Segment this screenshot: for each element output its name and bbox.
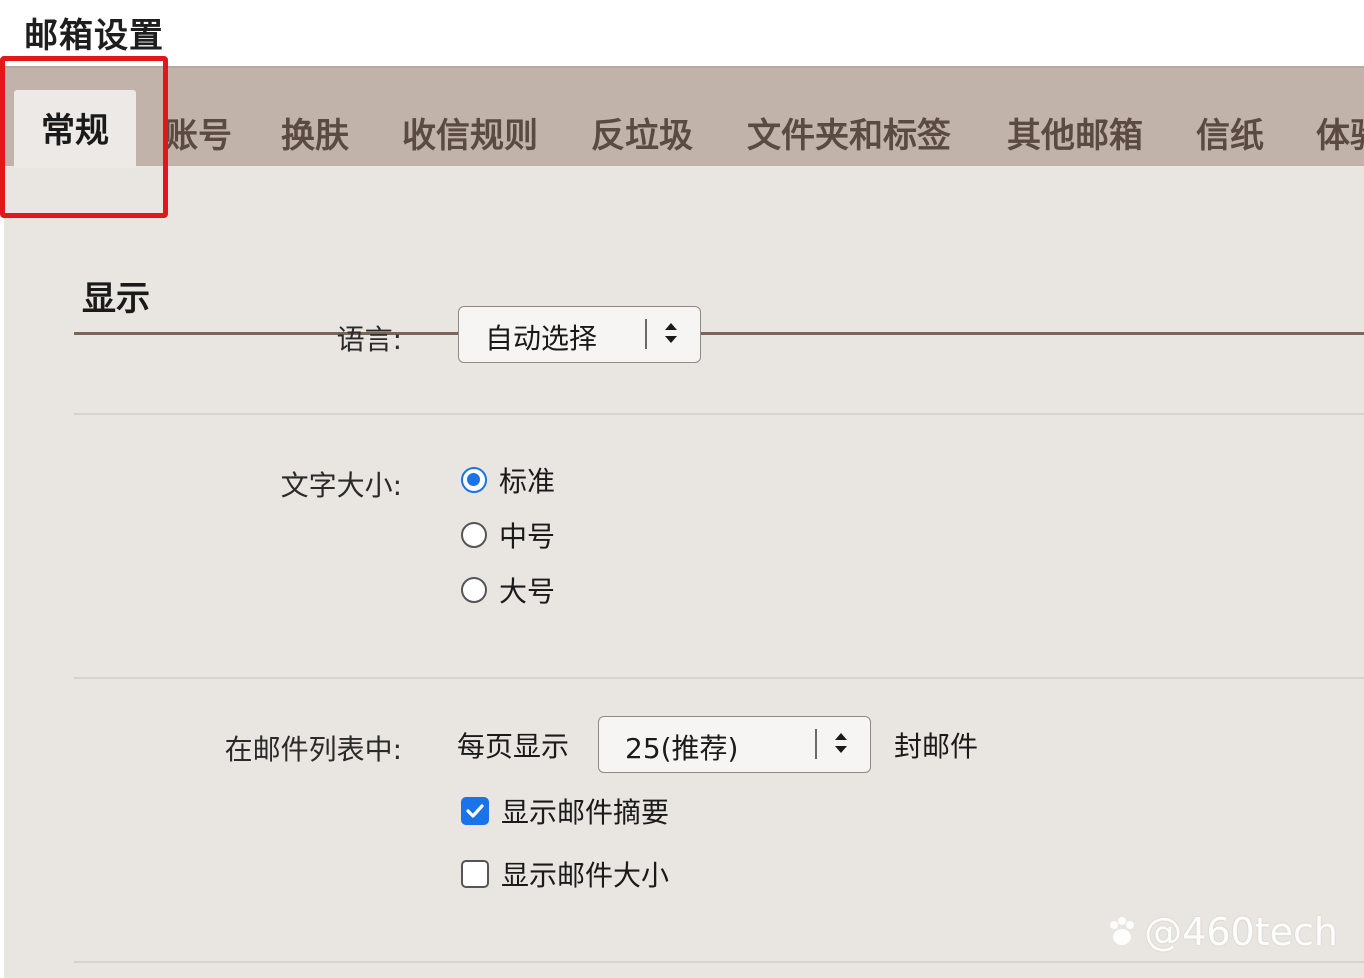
row-divider <box>74 961 1364 963</box>
tab-bar: 常规 账号 换肤 收信规则 反垃圾 文件夹和标签 其他邮箱 信纸 体验 <box>4 66 1364 168</box>
checkbox-unchecked-icon[interactable] <box>461 860 489 888</box>
tab-skin[interactable]: 换肤 <box>281 108 349 157</box>
checkmark-icon <box>466 804 484 818</box>
font-size-option-label: 大号 <box>499 575 556 608</box>
language-label: 语言: <box>336 323 402 356</box>
select-divider <box>645 319 647 349</box>
tab-experience[interactable]: 体验 <box>1316 108 1364 157</box>
tab-receive-rules[interactable]: 收信规则 <box>402 108 538 157</box>
section-heading-rule <box>74 332 1364 335</box>
select-arrows-icon <box>665 323 677 343</box>
radio-checked-icon[interactable] <box>461 467 487 493</box>
row-divider <box>74 413 1364 415</box>
show-size-option[interactable]: 显示邮件大小 <box>461 857 670 892</box>
per-page-prefix: 每页显示 <box>457 730 570 763</box>
per-page-select-value: 25(推荐) <box>625 732 739 765</box>
radio-unchecked-icon[interactable] <box>461 577 487 603</box>
mail-list-label: 在邮件列表中: <box>224 733 402 766</box>
watermark: @460tech <box>1104 910 1338 954</box>
mail-settings-page: 邮箱设置 常规 账号 换肤 收信规则 反垃圾 文件夹和标签 其他邮箱 信纸 体验… <box>0 0 1364 978</box>
language-select[interactable]: 自动选择 <box>458 306 701 363</box>
font-size-option-label: 中号 <box>499 520 556 553</box>
select-divider <box>815 729 817 759</box>
radio-unchecked-icon[interactable] <box>461 522 487 548</box>
tab-other-mailboxes[interactable]: 其他邮箱 <box>1007 108 1143 157</box>
settings-panel: 常规 账号 换肤 收信规则 反垃圾 文件夹和标签 其他邮箱 信纸 体验 显示 语… <box>4 66 1364 978</box>
page-title: 邮箱设置 <box>24 16 164 56</box>
tab-anti-spam[interactable]: 反垃圾 <box>591 108 693 157</box>
row-divider <box>74 677 1364 679</box>
tab-account[interactable]: 账号 <box>164 108 232 157</box>
font-size-option-label: 标准 <box>499 465 556 498</box>
checkbox-checked-icon[interactable] <box>461 797 489 825</box>
watermark-text: @460tech <box>1144 910 1338 954</box>
tab-general[interactable]: 常规 <box>14 90 136 168</box>
show-summary-option[interactable]: 显示邮件摘要 <box>461 794 670 829</box>
per-page-select[interactable]: 25(推荐) <box>598 716 871 773</box>
section-title-display: 显示 <box>82 279 150 316</box>
select-arrows-icon <box>835 733 847 753</box>
font-size-option-medium[interactable]: 中号 <box>461 518 556 553</box>
tab-general-label: 常规 <box>41 110 109 151</box>
show-size-label: 显示邮件大小 <box>501 859 670 892</box>
show-summary-label: 显示邮件摘要 <box>501 796 670 829</box>
per-page-suffix: 封邮件 <box>894 730 979 763</box>
font-size-option-large[interactable]: 大号 <box>461 573 556 608</box>
tab-stationery[interactable]: 信纸 <box>1196 108 1264 157</box>
font-size-option-standard[interactable]: 标准 <box>461 463 556 498</box>
font-size-label: 文字大小: <box>280 469 402 502</box>
language-select-value: 自动选择 <box>485 322 598 355</box>
tab-folders-labels[interactable]: 文件夹和标签 <box>747 108 951 157</box>
paw-logo-icon <box>1110 917 1135 945</box>
